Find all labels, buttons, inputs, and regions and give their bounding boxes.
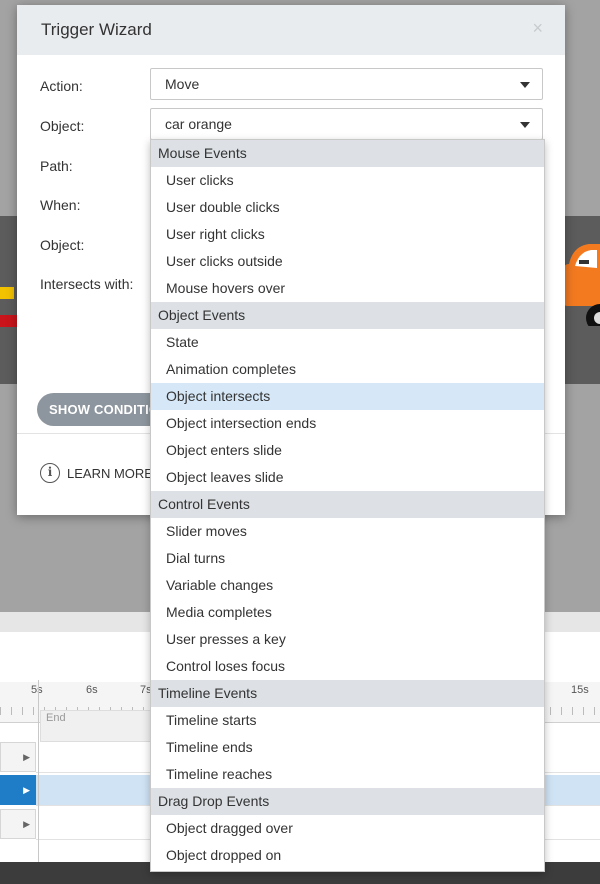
dialog-title: Trigger Wizard <box>41 20 152 39</box>
ruler-label: 5s <box>31 684 43 696</box>
ruler-label: 6s <box>86 684 98 696</box>
dropdown-caret-icon[interactable] <box>520 82 530 88</box>
timeline-row-header-selected[interactable]: ▶ <box>0 775 36 805</box>
option-object-dragged-over[interactable]: Object dragged over <box>151 815 544 842</box>
option-user-clicks-outside[interactable]: User clicks outside <box>151 248 544 275</box>
group-object-events: Object Events <box>151 302 544 329</box>
option-user-clicks[interactable]: User clicks <box>151 167 544 194</box>
action-label: Action: <box>40 78 83 94</box>
option-variable-changes[interactable]: Variable changes <box>151 572 544 599</box>
option-object-intersection-ends[interactable]: Object intersection ends <box>151 410 544 437</box>
option-timeline-reaches[interactable]: Timeline reaches <box>151 761 544 788</box>
when-label: When: <box>40 197 81 213</box>
yellow-object-fragment <box>0 287 14 299</box>
learn-more-link[interactable]: LEARN MORE <box>67 466 153 481</box>
option-timeline-starts[interactable]: Timeline starts <box>151 707 544 734</box>
end-label: End <box>46 712 66 724</box>
option-user-presses-a-key[interactable]: User presses a key <box>151 626 544 653</box>
expand-arrow-icon[interactable]: ▶ <box>23 819 30 830</box>
group-timeline-events: Timeline Events <box>151 680 544 707</box>
red-object-fragment <box>0 315 18 327</box>
action-select[interactable]: Move <box>150 68 543 100</box>
option-media-completes[interactable]: Media completes <box>151 599 544 626</box>
option-object-dropped-on[interactable]: Object dropped on <box>151 842 544 869</box>
intersects-with-label: Intersects with: <box>40 276 134 292</box>
path-label: Path: <box>40 158 73 174</box>
expand-arrow-icon[interactable]: ▶ <box>23 785 30 796</box>
timeline-row-header[interactable]: ▶ <box>0 742 36 772</box>
option-object-intersects[interactable]: Object intersects <box>151 383 544 410</box>
expand-arrow-icon[interactable]: ▶ <box>23 752 30 763</box>
timeline-divider <box>38 680 39 862</box>
option-animation-completes[interactable]: Animation completes <box>151 356 544 383</box>
group-drag-drop-events: Drag Drop Events <box>151 788 544 815</box>
option-timeline-ends[interactable]: Timeline ends <box>151 734 544 761</box>
group-control-events: Control Events <box>151 491 544 518</box>
dropdown-caret-icon[interactable] <box>520 122 530 128</box>
option-state[interactable]: State <box>151 329 544 356</box>
dialog-header: Trigger Wizard × <box>17 5 565 55</box>
action-select-value: Move <box>165 76 200 92</box>
object-select[interactable]: car orange <box>150 108 543 140</box>
object-select-value: car orange <box>165 116 232 132</box>
close-icon[interactable]: × <box>532 18 543 39</box>
option-user-right-clicks[interactable]: User right clicks <box>151 221 544 248</box>
timeline-row-header[interactable]: ▶ <box>0 809 36 839</box>
trigger-event-dropdown[interactable]: Mouse Events User clicks User double cli… <box>150 139 545 872</box>
object2-label: Object: <box>40 237 85 253</box>
option-control-loses-focus[interactable]: Control loses focus <box>151 653 544 680</box>
option-object-leaves-slide[interactable]: Object leaves slide <box>151 464 544 491</box>
object-label: Object: <box>40 118 85 134</box>
ruler-label: 15s <box>571 684 589 696</box>
option-slider-moves[interactable]: Slider moves <box>151 518 544 545</box>
option-dial-turns[interactable]: Dial turns <box>151 545 544 572</box>
option-object-enters-slide[interactable]: Object enters slide <box>151 437 544 464</box>
info-icon[interactable]: i <box>40 463 60 483</box>
option-mouse-hovers-over[interactable]: Mouse hovers over <box>151 275 544 302</box>
car-icon[interactable] <box>563 236 600 326</box>
group-mouse-events: Mouse Events <box>151 140 544 167</box>
option-user-double-clicks[interactable]: User double clicks <box>151 194 544 221</box>
